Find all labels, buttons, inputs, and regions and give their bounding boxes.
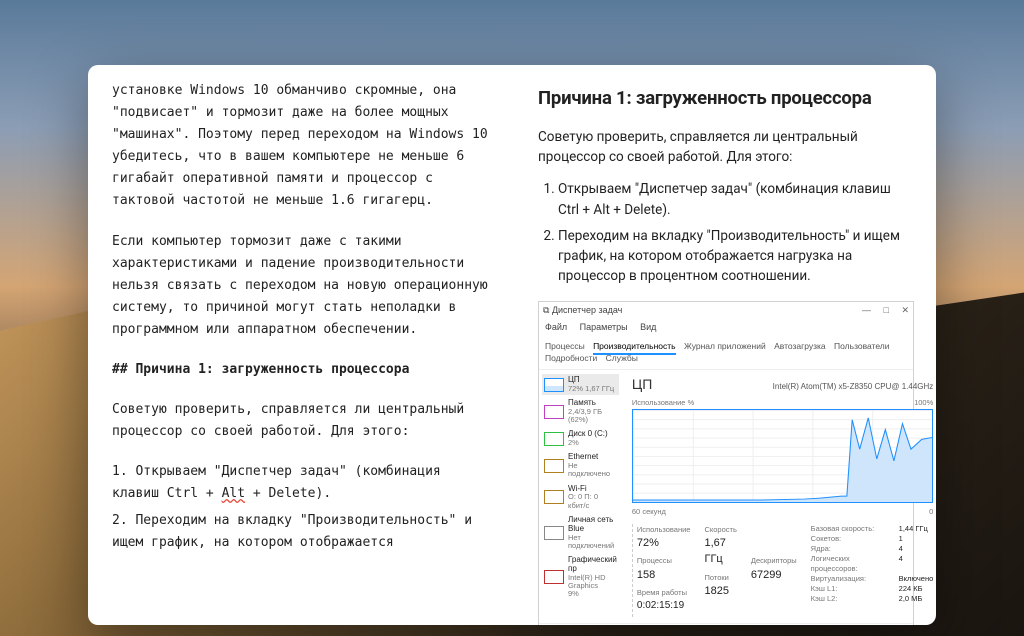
tab-details[interactable]: Подробности xyxy=(545,353,597,363)
performance-sidebar[interactable]: ЦП72% 1,67 ГГц Память2,4/3,9 ГБ (62%) Ди… xyxy=(539,370,622,623)
paragraph[interactable]: Если компьютер тормозит даже с такими ха… xyxy=(112,231,488,341)
list-item: Переходим на вкладку "Производительность… xyxy=(558,226,914,287)
sidebar-item-ethernet[interactable]: EthernetНе подключено xyxy=(542,451,619,480)
sidebar-item-cpu[interactable]: ЦП72% 1,67 ГГц xyxy=(542,374,619,395)
tab-app-history[interactable]: Журнал приложений xyxy=(684,341,766,351)
sidebar-item-gpu[interactable]: Графический прIntel(R) HD Graphics9% xyxy=(542,554,619,600)
disk-thumb-icon xyxy=(544,432,564,446)
cpu-specs: Базовая скорость:1,44 ГГц Сокетов:1 Ядра… xyxy=(811,524,934,618)
menu-view[interactable]: Вид xyxy=(640,322,656,332)
memory-thumb-icon xyxy=(544,405,564,419)
markdown-source-pane[interactable]: установке Windows 10 обманчиво скромные,… xyxy=(88,65,512,625)
ethernet-thumb-icon xyxy=(544,459,564,473)
heading-source[interactable]: ## Причина 1: загруженность процессора xyxy=(112,359,488,381)
task-manager-screenshot: ⧉ Диспетчер задач — □ ✕ Файл Параметры В… xyxy=(538,301,914,626)
wifi-thumb-icon xyxy=(544,490,564,504)
editor-preview-window: установке Windows 10 обманчиво скромные,… xyxy=(88,65,936,625)
list-item: Открываем "Диспетчер задач" (комбинация … xyxy=(558,179,914,220)
spellcheck-word[interactable]: Alt xyxy=(222,486,245,501)
sidebar-item-bluetooth[interactable]: Личная сеть BlueНет подключений xyxy=(542,514,619,552)
paragraph[interactable]: Советую проверить, справляется ли центра… xyxy=(112,399,488,443)
cpu-usage-value: 72% xyxy=(637,535,691,552)
tab-bar[interactable]: Процессы Производительность Журнал прило… xyxy=(539,337,913,371)
sidebar-item-memory[interactable]: Память2,4/3,9 ГБ (62%) xyxy=(542,397,619,426)
cpu-title: ЦП xyxy=(632,374,652,395)
markdown-preview-pane: Причина 1: загруженность процессора Сове… xyxy=(512,65,936,625)
menu-bar[interactable]: Файл Параметры Вид xyxy=(539,319,913,337)
task-manager-footer: Меньше Открыть монитор ресурсов xyxy=(539,623,913,625)
sidebar-item-wifi[interactable]: Wi-FiО: 0 П: 0 кбит/с xyxy=(542,483,619,512)
gpu-thumb-icon xyxy=(544,570,564,584)
list-item[interactable]: 2. Переходим на вкладку "Производительно… xyxy=(112,510,488,554)
menu-params[interactable]: Параметры xyxy=(580,322,628,332)
menu-file[interactable]: Файл xyxy=(545,322,567,332)
paragraph[interactable]: установке Windows 10 обманчиво скромные,… xyxy=(112,80,488,213)
bluetooth-thumb-icon xyxy=(544,526,564,540)
tab-startup[interactable]: Автозагрузка xyxy=(774,341,826,351)
cpu-usage-graph[interactable] xyxy=(632,409,933,503)
preview-paragraph: Советую проверить, справляется ли центра… xyxy=(538,127,914,168)
minimize-icon[interactable]: — xyxy=(862,305,871,315)
tab-processes[interactable]: Процессы xyxy=(545,341,585,351)
maximize-icon[interactable]: □ xyxy=(884,305,889,315)
performance-main: ЦП Intel(R) Atom(TM) x5-Z8350 CPU@ 1.44G… xyxy=(622,370,936,623)
cpu-model: Intel(R) Atom(TM) x5-Z8350 CPU@ 1.44GHz xyxy=(773,381,934,393)
tab-services[interactable]: Службы xyxy=(606,353,638,363)
preview-ordered-list: Открываем "Диспетчер задач" (комбинация … xyxy=(558,179,914,286)
list-item[interactable]: 1. Открываем "Диспетчер задач" (комбинац… xyxy=(112,461,488,505)
titlebar: ⧉ Диспетчер задач — □ ✕ xyxy=(539,302,913,320)
preview-heading: Причина 1: загруженность процессора xyxy=(538,85,914,113)
cpu-thumb-icon xyxy=(544,378,564,392)
sidebar-item-disk[interactable]: Диск 0 (C:)2% xyxy=(542,428,619,449)
tab-users[interactable]: Пользователи xyxy=(834,341,889,351)
close-icon[interactable]: ✕ xyxy=(901,305,909,315)
cpu-line-chart xyxy=(633,410,932,502)
